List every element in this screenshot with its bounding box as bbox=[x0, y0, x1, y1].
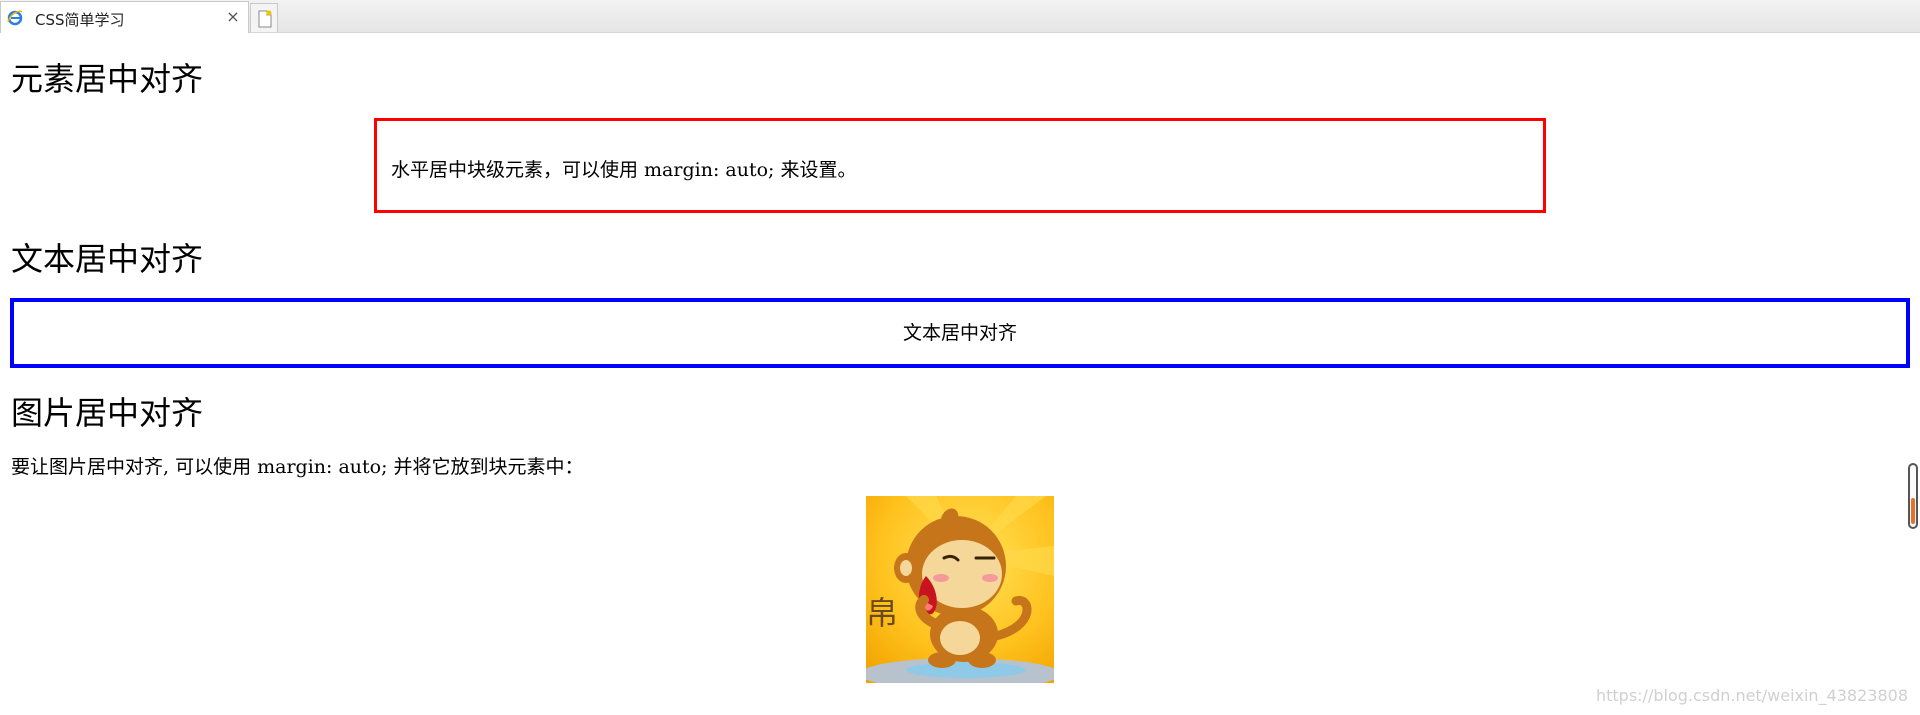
tab-bar: CSS简单学习 × bbox=[0, 0, 1920, 33]
new-tab-icon bbox=[258, 10, 272, 28]
ie-icon bbox=[7, 10, 23, 26]
red-block-text: 水平居中块级元素，可以使用 margin: auto; 来设置。 bbox=[391, 159, 857, 181]
new-tab-button[interactable] bbox=[250, 3, 278, 32]
heading-center-image: 图片居中对齐 bbox=[11, 394, 204, 432]
tab-title: CSS简单学习 bbox=[35, 11, 125, 29]
page-content: 元素居中对齐 水平居中块级元素，可以使用 margin: auto; 来设置。 … bbox=[0, 33, 1920, 715]
page-scrollbar[interactable] bbox=[1908, 463, 1918, 529]
blue-centered-text-block: 文本居中对齐 bbox=[10, 298, 1910, 368]
watermark-text: https://blog.csdn.net/weixin_43823808 bbox=[1595, 686, 1908, 705]
heading-center-element: 元素居中对齐 bbox=[11, 60, 204, 98]
heading-center-text: 文本居中对齐 bbox=[11, 240, 204, 278]
browser-tab-active[interactable]: CSS简单学习 × bbox=[0, 1, 249, 33]
red-centered-block: 水平居中块级元素，可以使用 margin: auto; 来设置。 bbox=[374, 118, 1546, 213]
image-intro-text: 要让图片居中对齐, 可以使用 margin: auto; 并将它放到块元素中： bbox=[11, 456, 584, 478]
svg-text:帛: 帛 bbox=[866, 594, 898, 632]
scrollbar-thumb[interactable] bbox=[1911, 498, 1915, 524]
monkey-cartoon-image: 帛 bbox=[866, 496, 1054, 683]
blue-block-text: 文本居中对齐 bbox=[902, 322, 1017, 344]
close-tab-icon[interactable]: × bbox=[224, 8, 242, 26]
